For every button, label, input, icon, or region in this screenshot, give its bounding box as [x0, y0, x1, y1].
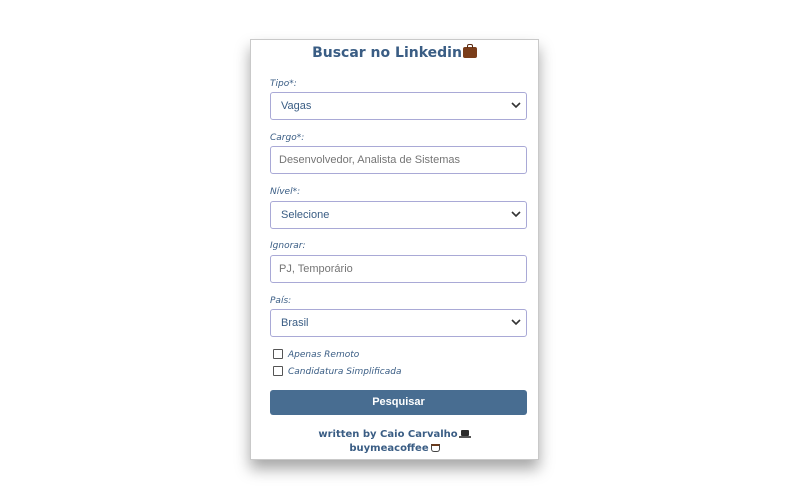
form-title-text: Buscar no Linkedin	[312, 45, 462, 61]
laptop-icon	[458, 430, 471, 438]
cargo-label: Cargo*:	[270, 133, 305, 143]
candidatura-simplificada-checkbox[interactable]	[273, 365, 283, 376]
candidatura-simplificada-label: Candidatura Simplificada	[288, 367, 402, 377]
apenas-remoto-checkbox[interactable]	[273, 348, 283, 359]
pais-selected-value: Brasil	[281, 317, 309, 329]
form-title: Buscar no Linkedin	[251, 44, 538, 61]
tipo-select[interactable]: Vagas	[270, 92, 527, 120]
coffee-link-row: buymeacoffee	[251, 443, 538, 454]
tipo-label: Tipo*:	[270, 79, 297, 89]
coffee-icon	[430, 444, 440, 452]
ignorar-placeholder: PJ, Temporário	[279, 263, 353, 275]
nivel-select[interactable]: Selecione	[270, 201, 527, 229]
nivel-label: Nível*:	[270, 187, 301, 197]
nivel-selected-value: Selecione	[281, 209, 330, 221]
cargo-input[interactable]: Desenvolvedor, Analista de Sistemas	[270, 146, 527, 174]
buymeacoffee-link[interactable]: buymeacoffee	[349, 443, 428, 454]
cargo-placeholder: Desenvolvedor, Analista de Sistemas	[279, 154, 460, 166]
briefcase-icon	[462, 44, 477, 58]
author-credit-text: written by Caio Carvalho	[318, 429, 458, 440]
candidatura-simplificada-option[interactable]: Candidatura Simplificada	[273, 365, 402, 378]
apenas-remoto-option[interactable]: Apenas Remoto	[273, 348, 360, 361]
pais-label: País:	[270, 296, 292, 306]
author-credit: written by Caio Carvalho	[251, 429, 538, 440]
ignorar-input[interactable]: PJ, Temporário	[270, 255, 527, 283]
pais-select[interactable]: Brasil	[270, 309, 527, 337]
apenas-remoto-label: Apenas Remoto	[288, 350, 360, 360]
chevron-down-icon	[511, 102, 521, 109]
search-form-card: Buscar no Linkedin Tipo*: Vagas Cargo*: …	[250, 39, 539, 460]
chevron-down-icon	[511, 319, 521, 326]
ignorar-label: Ignorar:	[270, 241, 306, 251]
search-button[interactable]: Pesquisar	[270, 390, 527, 415]
tipo-selected-value: Vagas	[281, 100, 312, 112]
chevron-down-icon	[511, 211, 521, 218]
